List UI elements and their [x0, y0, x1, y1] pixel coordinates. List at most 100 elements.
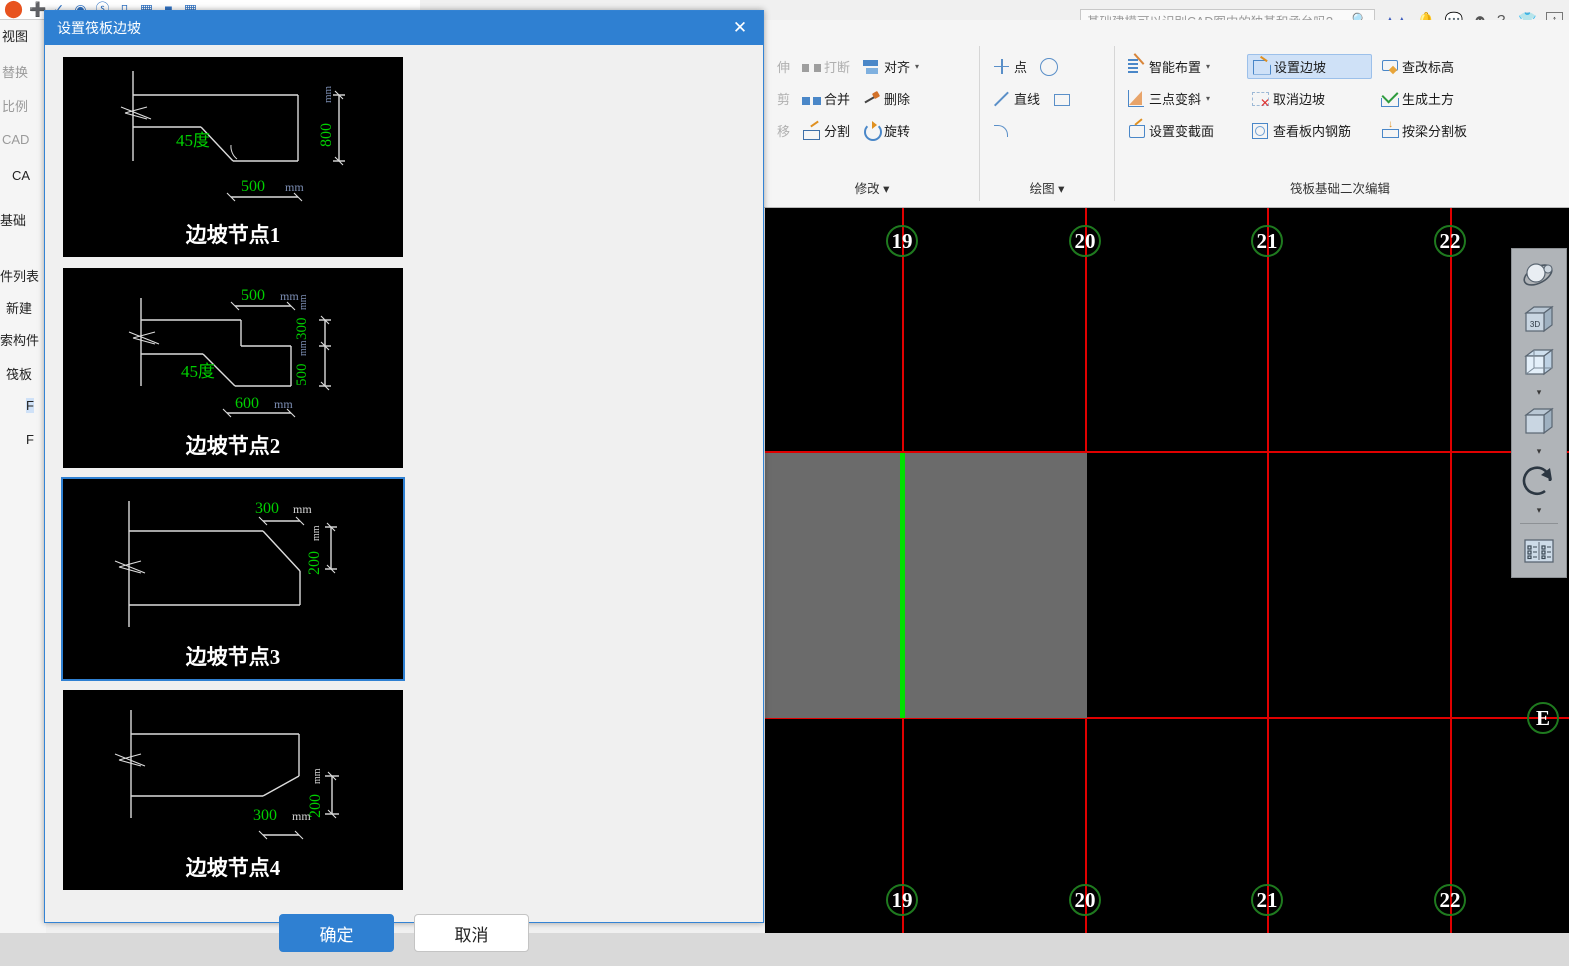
cancel-button[interactable]: 取消	[414, 914, 529, 952]
ribbon-item-break[interactable]: 打断	[798, 55, 854, 78]
ribbon-item-three-point-slope[interactable]: 三点变斜 ▾	[1123, 87, 1243, 110]
svg-text:mm: mm	[293, 502, 312, 516]
chevron-down-icon[interactable]: ▾	[1537, 387, 1542, 398]
drawing-canvas[interactable]: 19 20 21 22 19 20 21 22 E 3D ▾ ▾ ▾	[765, 208, 1569, 933]
3d-view-icon[interactable]: 3D	[1517, 299, 1561, 339]
svg-text:mm: mm	[280, 289, 299, 303]
variable-section-label: 设置变截面	[1149, 123, 1215, 139]
dialog-footer: 确定 取消	[45, 900, 763, 966]
left-fragment-component-list[interactable]: 件列表	[0, 266, 39, 285]
arc-icon	[992, 121, 1011, 140]
chevron-down-icon[interactable]: ▾	[915, 62, 919, 71]
solid-box-icon[interactable]	[1517, 402, 1561, 442]
ribbon-group-modify-label[interactable]: 修改 ▾	[765, 178, 979, 197]
wireframe-box-icon[interactable]	[1517, 343, 1561, 383]
left-fragment-new[interactable]: 新建	[6, 298, 32, 317]
ribbon-group-draw-label[interactable]: 绘图 ▾	[980, 178, 1114, 197]
node2-lower-label: 500	[294, 364, 310, 387]
slope-option-node2[interactable]: 500 mm 600 mm 300 mm 500 mm 45度 边坡节点2	[61, 266, 405, 470]
ribbon-item-line[interactable]: 直线	[988, 87, 1044, 110]
ribbon-item-arc[interactable]	[988, 119, 1015, 142]
raft-slab[interactable]	[765, 453, 1087, 718]
ribbon-item-edit-elevation[interactable]: 查改标高	[1376, 55, 1458, 78]
left-panel: 视图 替换 比例 CAD CA 基础 件列表 新建 索构件 筏板 F F	[0, 20, 46, 933]
orbit-icon[interactable]	[1517, 255, 1561, 295]
slope-option-node3[interactable]: 300 mm 200 mm 边坡节点3	[61, 477, 405, 681]
ribbon-item-generate-earthwork[interactable]: 生成土方	[1376, 87, 1458, 110]
ribbon-item-merge[interactable]: 合并	[798, 87, 854, 110]
axis-bubble-bottom-21[interactable]: 21	[1251, 884, 1283, 916]
left-fragment-f1[interactable]: F	[26, 398, 34, 413]
display-settings-icon[interactable]	[1517, 531, 1561, 571]
break-icon	[802, 57, 822, 76]
svg-text:3D: 3D	[1530, 320, 1540, 329]
merge-label: 合并	[824, 91, 851, 107]
chevron-down-icon[interactable]: ▾	[1537, 505, 1542, 516]
left-fragment-view[interactable]: 视图	[2, 26, 28, 45]
ok-button[interactable]: 确定	[279, 914, 394, 952]
ribbon-item-offset[interactable]: 移	[773, 119, 794, 142]
left-fragment-scale[interactable]: 比例	[2, 96, 28, 115]
ribbon-item-rectangle[interactable]	[1048, 87, 1075, 110]
ribbon-item-extend[interactable]: 伸	[773, 55, 794, 78]
point-icon	[992, 57, 1011, 76]
ribbon-item-split[interactable]: 分割	[798, 119, 854, 142]
left-fragment-raft[interactable]: 筏板	[6, 364, 32, 383]
edit-elevation-label: 查改标高	[1402, 59, 1455, 75]
left-fragment-f2[interactable]: F	[26, 432, 34, 447]
ribbon-item-point[interactable]: 点	[988, 55, 1031, 78]
three-point-slope-label: 三点变斜	[1149, 91, 1202, 107]
left-fragment-cad[interactable]: CAD	[2, 132, 29, 147]
axis-bubble-top-21[interactable]: 21	[1251, 225, 1283, 257]
node2-top-label: 500	[241, 287, 265, 304]
point-label: 点	[1014, 59, 1028, 75]
ribbon-item-smart-layout[interactable]: 智能布置 ▾	[1123, 55, 1243, 78]
chevron-down-icon[interactable]: ▾	[1058, 182, 1064, 196]
ribbon-group-raft-edit: 智能布置 ▾ 设置边坡 查改标高 三点变斜 ▾ ✕ 取消边坡 生成土方 设置变截…	[1115, 46, 1565, 201]
grid-line-21	[1267, 208, 1269, 933]
chevron-down-icon[interactable]: ▾	[1537, 446, 1542, 457]
axis-bubble-top-22[interactable]: 22	[1434, 225, 1466, 257]
view-rebar-icon	[1251, 121, 1270, 140]
axis-bubble-top-19[interactable]: 19	[886, 225, 918, 257]
dialog-title: 设置筏板边坡	[57, 20, 141, 36]
rotate-view-icon[interactable]	[1517, 461, 1561, 501]
close-icon[interactable]: ✕	[723, 13, 757, 43]
ribbon-item-align[interactable]: 对齐 ▾	[858, 55, 923, 78]
toolbar-divider	[1520, 523, 1558, 524]
chevron-down-icon[interactable]: ▾	[1206, 94, 1210, 103]
ribbon-item-delete[interactable]: 删除	[858, 87, 914, 110]
ribbon-item-set-slope[interactable]: 设置边坡	[1247, 53, 1372, 79]
ribbon-group-draw: 点 直线 绘图 ▾	[980, 46, 1115, 201]
ribbon-item-split-slab-by-beam[interactable]: 按梁分割板	[1376, 119, 1471, 142]
ribbon-item-rotate[interactable]: 旋转	[858, 119, 914, 142]
left-fragment-ca[interactable]: CA	[12, 168, 30, 183]
left-fragment-foundation[interactable]: 基础	[0, 210, 26, 229]
left-fragment-replace[interactable]: 替换	[2, 62, 28, 81]
chevron-down-icon[interactable]: ▾	[883, 182, 889, 196]
align-icon	[862, 57, 881, 76]
slope-option-node1[interactable]: 45度 500 mm 800 mm 边坡节点1	[61, 55, 405, 259]
chevron-down-icon[interactable]: ▾	[1206, 62, 1210, 71]
new-icon[interactable]: ➕	[29, 2, 46, 17]
axis-bubble-bottom-22[interactable]: 22	[1434, 884, 1466, 916]
left-fragment-search-component[interactable]: 索构件	[0, 330, 39, 349]
split-icon	[802, 121, 821, 140]
node4-horizontal-label: 300	[253, 807, 277, 824]
ribbon-item-trim[interactable]: 剪	[773, 87, 794, 110]
node1-angle-label: 45度	[176, 131, 210, 150]
rotate-label: 旋转	[884, 123, 911, 139]
axis-bubble-bottom-20[interactable]: 20	[1069, 884, 1101, 916]
ribbon-item-circle[interactable]	[1035, 55, 1062, 78]
slope-option-node4[interactable]: 300 mm 200 mm 边坡节点4	[61, 688, 405, 892]
view-rebar-label: 查看板内钢筋	[1273, 123, 1352, 139]
axis-bubble-top-20[interactable]: 20	[1069, 225, 1101, 257]
axis-bubble-bottom-19[interactable]: 19	[886, 884, 918, 916]
node3-horizontal-label: 300	[255, 500, 279, 517]
axis-bubble-e[interactable]: E	[1527, 702, 1559, 734]
ribbon-item-view-rebar[interactable]: 查看板内钢筋	[1247, 119, 1372, 142]
line-label: 直线	[1014, 91, 1041, 107]
svg-text:mm: mm	[298, 294, 309, 310]
ribbon-item-cancel-slope[interactable]: 取消边坡	[1247, 87, 1372, 110]
ribbon-item-variable-section[interactable]: 设置变截面	[1123, 119, 1243, 142]
